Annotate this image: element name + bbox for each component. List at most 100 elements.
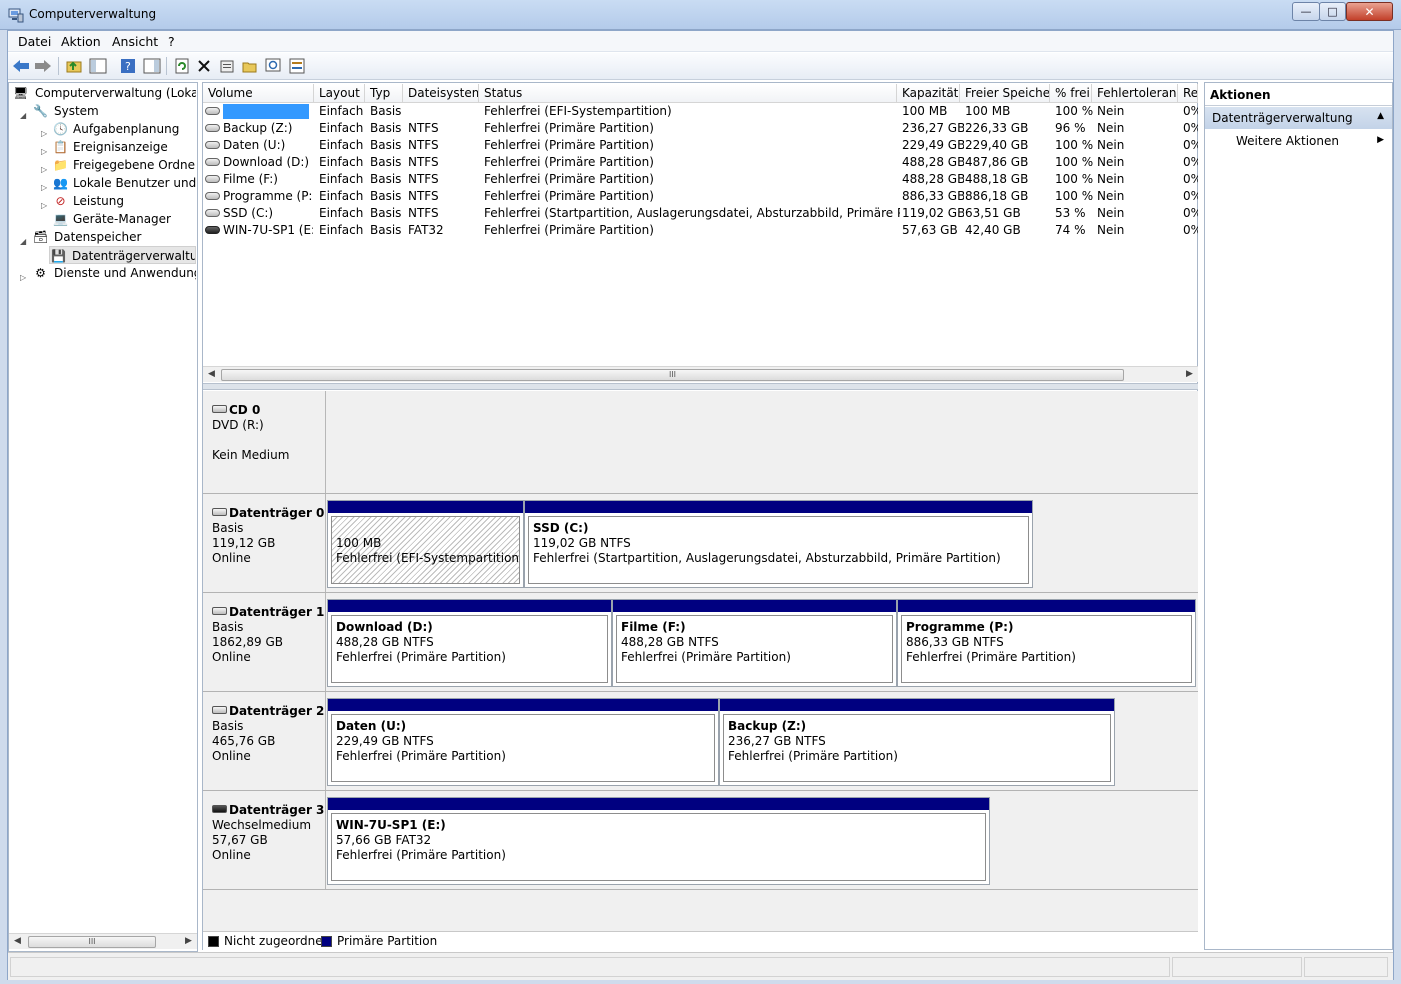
menu-ansicht[interactable]: Ansicht <box>112 34 158 49</box>
tree-horizontal-scrollbar[interactable]: ◀ III ▶ <box>9 933 197 949</box>
column-header-typ[interactable]: Typ <box>365 84 403 103</box>
menu-help[interactable]: ? <box>168 34 175 49</box>
open-icon[interactable] <box>240 56 260 76</box>
collapse-arrow-icon[interactable]: ◢ <box>20 107 26 120</box>
partition-download[interactable]: Download (D:) 488,28 GB NTFS Fehlerfrei … <box>327 599 612 687</box>
disk-label-3[interactable]: Datenträger 3 Wechselmedium 57,67 GB Onl… <box>203 791 326 889</box>
tree-item-freigegebene-ordner[interactable]: ▷ 📁 Freigegebene Ordner <box>11 156 196 174</box>
cell-text: NTFS <box>408 206 439 220</box>
expand-arrow-icon[interactable]: ▷ <box>41 125 47 138</box>
scroll-right-icon[interactable]: ▶ <box>185 936 192 946</box>
cell-status: Fehlerfrei (Primäre Partition) <box>484 188 900 205</box>
column-header-kapazitaet[interactable]: Kapazität <box>897 84 960 103</box>
partition-ssd[interactable]: SSD (C:) 119,02 GB NTFS Fehlerfrei (Star… <box>524 500 1033 588</box>
cell-volume <box>205 103 313 120</box>
expand-arrow-icon[interactable]: ▷ <box>41 161 47 174</box>
column-header-dateisystem[interactable]: Dateisystem <box>403 84 479 103</box>
action-weitere-aktionen[interactable]: Weitere Aktionen ▶ <box>1205 131 1392 151</box>
partition-bar <box>898 600 1195 612</box>
tree-item-root[interactable]: 🖥 Computerverwaltung (Lokal) <box>11 84 196 102</box>
scroll-left-icon[interactable]: ◀ <box>208 369 215 379</box>
cell-fs: NTFS <box>408 205 482 222</box>
cell-text: Fehlerfrei (Primäre Partition) <box>484 223 654 237</box>
partition-backup[interactable]: Backup (Z:) 236,27 GB NTFS Fehlerfrei (P… <box>719 698 1115 786</box>
scroll-left-icon[interactable]: ◀ <box>14 936 21 946</box>
cell-text: 226,33 GB <box>965 121 1029 135</box>
partition-win7[interactable]: WIN-7U-SP1 (E:) 57,66 GB FAT32 Fehlerfre… <box>327 797 990 885</box>
cell-pct: 100 % <box>1055 137 1095 154</box>
menu-datei[interactable]: Datei <box>18 34 51 49</box>
partition-daten[interactable]: Daten (U:) 229,49 GB NTFS Fehlerfrei (Pr… <box>327 698 719 786</box>
partition-filme[interactable]: Filme (F:) 488,28 GB NTFS Fehlerfrei (Pr… <box>612 599 897 687</box>
rescan-icon[interactable] <box>263 56 283 76</box>
settings-icon[interactable] <box>287 56 307 76</box>
collapse-arrow-icon[interactable]: ◢ <box>20 233 26 246</box>
column-header-volume[interactable]: Volume <box>203 84 314 103</box>
volume-horizontal-scrollbar[interactable]: ◀ III ▶ <box>203 366 1198 382</box>
table-row[interactable]: WIN-7U-SP1 (E:) Einfach Basis FAT32 Fehlerfr… <box>203 222 1198 239</box>
cell-cap: 236,27 GB <box>902 120 964 137</box>
show-hide-tree-icon[interactable] <box>88 56 108 76</box>
expand-arrow-icon[interactable]: ▷ <box>41 197 47 210</box>
cell-text: Einfach <box>319 189 364 203</box>
forward-icon[interactable] <box>33 56 53 76</box>
tree-item-leistung[interactable]: ▷ ⊘ Leistung <box>11 192 196 210</box>
table-row[interactable]: Download (D:) Einfach Basis NTFS Fehlerfrei … <box>203 154 1198 171</box>
tree-item-lokale-benutzer[interactable]: ▷ 👥 Lokale Benutzer und Gruppen <box>11 174 196 192</box>
column-header-fehlertoleranz[interactable]: Fehlertoleranz <box>1092 84 1178 103</box>
column-header-status[interactable]: Status <box>479 84 897 103</box>
expand-arrow-icon[interactable]: ▷ <box>41 179 47 192</box>
disk-label-1[interactable]: Datenträger 1 Basis 1862,89 GB Online <box>203 593 326 691</box>
show-hide-action-icon[interactable] <box>142 56 162 76</box>
table-row[interactable]: Daten (U:) Einfach Basis NTFS Fehlerfrei (Pr… <box>203 137 1198 154</box>
delete-icon[interactable] <box>194 56 214 76</box>
pane-splitter[interactable] <box>203 383 1198 390</box>
column-header-layout[interactable]: Layout <box>314 84 365 103</box>
help-icon[interactable]: ? <box>118 56 138 76</box>
scroll-right-icon[interactable]: ▶ <box>1186 369 1193 379</box>
tree-item-ereignisanzeige[interactable]: ▷ 📋 Ereignisanzeige <box>11 138 196 156</box>
expand-arrow-icon[interactable]: ▷ <box>41 143 47 156</box>
tree-item-dienste[interactable]: ▷ ⚙ Dienste und Anwendungen <box>11 264 196 282</box>
tree-item-datentraegerverwaltung[interactable]: 💾 Datenträgerverwaltung <box>49 246 196 264</box>
tree-item-geraete-manager[interactable]: 💻 Geräte-Manager <box>11 210 196 228</box>
table-row[interactable]: SSD (C:) Einfach Basis NTFS Fehlerfrei (Star… <box>203 205 1198 222</box>
collapse-up-icon[interactable]: ▲ <box>1377 111 1384 121</box>
disk-label-cd0[interactable]: CD 0 DVD (R:) Kein Medium <box>203 391 326 493</box>
cell-text: 488,28 GB <box>902 155 964 169</box>
column-header-re[interactable]: Re <box>1178 84 1198 103</box>
expand-arrow-icon[interactable]: ▷ <box>20 269 26 282</box>
cell-text: 63,51 GB <box>965 206 1021 220</box>
partition-efi[interactable]: 100 MB Fehlerfrei (EFI-Systempartition) <box>327 500 524 588</box>
scroll-thumb[interactable]: III <box>28 936 156 948</box>
minimize-button[interactable]: — <box>1292 2 1320 21</box>
table-row[interactable]: Programme (P:) Einfach Basis NTFS Fehlerfrei… <box>203 188 1198 205</box>
refresh-icon[interactable] <box>172 56 192 76</box>
menu-aktion[interactable]: Aktion <box>61 34 101 49</box>
close-button[interactable]: ✕ <box>1346 2 1393 21</box>
column-header-freier-speicher[interactable]: Freier Speicher <box>960 84 1050 103</box>
tree-item-label: Datenspeicher <box>54 230 142 244</box>
maximize-button[interactable]: □ <box>1319 2 1346 21</box>
table-row[interactable]: Backup (Z:) Einfach Basis NTFS Fehlerfrei (P… <box>203 120 1198 137</box>
cell-text: 100 % <box>1055 172 1094 186</box>
properties-icon[interactable] <box>217 56 237 76</box>
column-header-prozent-frei[interactable]: % frei <box>1050 84 1092 103</box>
cell-text: Filme (F:) <box>223 172 278 186</box>
cell-ft: Nein <box>1097 120 1181 137</box>
tree-item-datenspeicher[interactable]: ◢ 🗃 Datenspeicher <box>11 228 196 246</box>
up-folder-icon[interactable] <box>64 56 84 76</box>
table-row[interactable]: Filme (F:) Einfach Basis NTFS Fehlerfrei (Pr… <box>203 171 1198 188</box>
disk-label-2[interactable]: Datenträger 2 Basis 465,76 GB Online <box>203 692 326 790</box>
disk-label-0[interactable]: Datenträger 0 Basis 119,12 GB Online <box>203 494 326 592</box>
table-row[interactable]: Einfach Basis Fehlerfrei (EFI-Systempartit… <box>203 103 1198 120</box>
tree-item-system[interactable]: ◢ 🔧 System <box>11 102 196 120</box>
tree-item-aufgabenplanung[interactable]: ▷ 🕓 Aufgabenplanung <box>11 120 196 138</box>
cell-ft: Nein <box>1097 205 1181 222</box>
cell-re: 0% <box>1183 120 1198 137</box>
scroll-thumb[interactable]: III <box>221 369 1124 381</box>
actions-section-datentraegerverwaltung[interactable]: Datenträgerverwaltung ▲ <box>1205 107 1392 129</box>
partition-programme[interactable]: Programme (P:) 886,33 GB NTFS Fehlerfrei… <box>897 599 1196 687</box>
cell-fs <box>408 103 482 120</box>
back-icon[interactable] <box>11 56 31 76</box>
